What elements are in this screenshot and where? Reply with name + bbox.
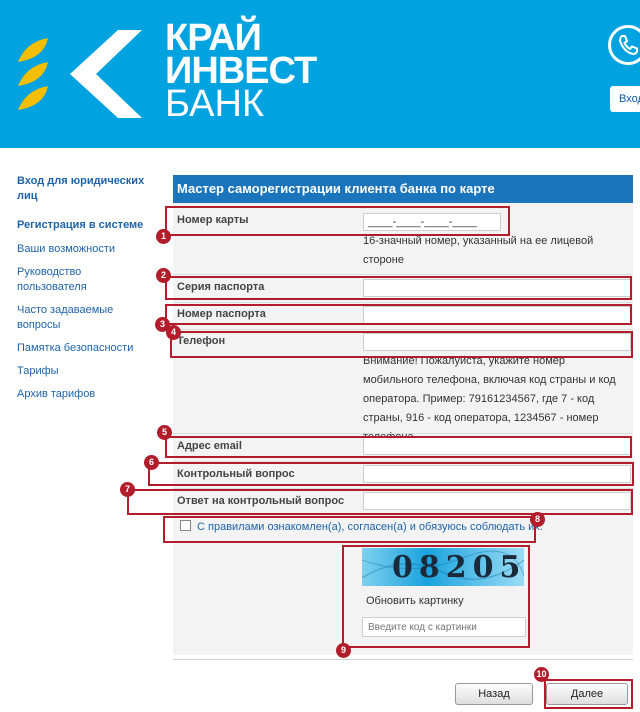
annotation-box-agree — [163, 516, 536, 543]
row-divider — [173, 302, 633, 303]
back-button[interactable]: Назад — [455, 683, 533, 705]
login-button[interactable]: Вход — [610, 86, 640, 112]
sidebar-item-legal-entities-login[interactable]: Вход для юридических лиц — [17, 174, 147, 204]
sidebar-item-faq[interactable]: Часто задаваемые вопросы — [17, 303, 147, 333]
form-footer-divider — [173, 659, 633, 660]
bank-logo-text: КРАЙ ИНВЕСТ БАНК — [165, 19, 317, 125]
annotation-box-security-question — [148, 462, 634, 486]
annotation-badge-2: 2 — [156, 268, 171, 283]
sidebar-item-capabilities[interactable]: Ваши возможности — [17, 242, 147, 257]
sidebar-nav: Вход для юридических лиц Регистрация в с… — [17, 174, 147, 410]
annotation-box-next — [544, 679, 633, 709]
annotation-badge-8: 8 — [530, 512, 545, 527]
bank-logo-mark — [18, 30, 142, 118]
annotation-box-email — [165, 436, 632, 458]
logo-line-3: БАНК — [165, 83, 265, 125]
annotation-badge-7: 7 — [120, 482, 135, 497]
row-divider — [173, 329, 633, 330]
sidebar-item-user-guide[interactable]: Руководство пользователя — [17, 265, 147, 295]
annotation-badge-4: 4 — [166, 325, 181, 340]
annotation-box-security-answer — [127, 489, 633, 515]
sidebar-item-tariffs-archive[interactable]: Архив тарифов — [17, 387, 147, 402]
annotation-badge-10: 10 — [534, 667, 549, 682]
annotation-badge-6: 6 — [144, 455, 159, 470]
annotation-box-phone — [170, 331, 633, 358]
annotation-box-passport-series — [165, 276, 632, 300]
sidebar-item-tariffs[interactable]: Тарифы — [17, 364, 147, 379]
sidebar-item-security-memo[interactable]: Памятка безопасности — [17, 341, 147, 356]
sidebar-item-registration[interactable]: Регистрация в системе — [17, 218, 147, 233]
annotation-box-passport-number — [165, 304, 632, 325]
row-divider — [173, 274, 633, 275]
annotation-badge-9: 9 — [336, 643, 351, 658]
site-header: КРАЙ ИНВЕСТ БАНК Вход — [0, 0, 640, 148]
annotation-box-card-number — [165, 206, 510, 236]
annotation-box-captcha — [342, 545, 530, 648]
card-number-hint: 16-значный номер, указанный на ее лицево… — [363, 235, 594, 266]
annotation-badge-5: 5 — [157, 425, 172, 440]
form-title: Мастер саморегистрации клиента банка по … — [173, 175, 633, 203]
phone-icon[interactable] — [608, 25, 640, 65]
row-divider — [173, 433, 633, 434]
annotation-badge-1: 1 — [156, 229, 171, 244]
